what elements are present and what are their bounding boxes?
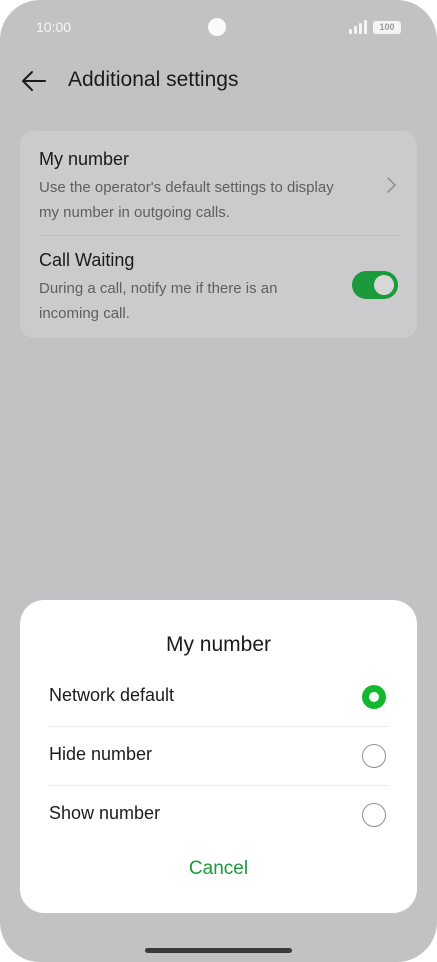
my-number-title: My number bbox=[39, 149, 130, 169]
option-hide-number[interactable]: Hide number bbox=[20, 727, 417, 785]
battery-icon: 100 bbox=[373, 21, 401, 34]
my-number-row[interactable]: My number Use the operator's default set… bbox=[20, 131, 417, 235]
option-label: Hide number bbox=[49, 744, 153, 764]
radio-unselected[interactable] bbox=[362, 803, 386, 827]
cancel-button[interactable]: Cancel bbox=[20, 858, 417, 888]
option-label: Show number bbox=[49, 803, 161, 823]
status-time: 10:00 bbox=[36, 19, 72, 35]
toggle-knob bbox=[374, 275, 394, 295]
radio-unselected[interactable] bbox=[362, 744, 386, 768]
arrow-left-icon[interactable] bbox=[20, 67, 48, 95]
phone-screen: 10:00 100 Additional settings My number … bbox=[0, 0, 437, 962]
option-network-default[interactable]: Network default bbox=[20, 668, 417, 726]
radio-selected[interactable] bbox=[362, 685, 386, 709]
my-number-subtitle: Use the operator's default settings to d… bbox=[39, 179, 334, 221]
my-number-dialog: My number Network default Hide number Sh… bbox=[20, 600, 417, 913]
settings-card: My number Use the operator's default set… bbox=[20, 131, 417, 338]
header: Additional settings bbox=[0, 56, 437, 106]
call-waiting-title: Call Waiting bbox=[39, 250, 135, 270]
status-bar: 10:00 100 bbox=[0, 0, 437, 56]
camera-dot bbox=[208, 18, 226, 36]
battery-level: 100 bbox=[379, 22, 395, 32]
chevron-right-icon bbox=[387, 177, 396, 193]
dialog-title: My number bbox=[165, 633, 272, 656]
home-indicator[interactable] bbox=[145, 948, 292, 953]
option-label: Network default bbox=[49, 685, 175, 705]
signal-icon bbox=[349, 20, 369, 34]
option-show-number[interactable]: Show number bbox=[20, 786, 417, 844]
call-waiting-subtitle: During a call, notify me if there is an … bbox=[39, 280, 278, 322]
page-title: Additional settings bbox=[68, 68, 239, 91]
call-waiting-toggle[interactable] bbox=[352, 271, 398, 299]
